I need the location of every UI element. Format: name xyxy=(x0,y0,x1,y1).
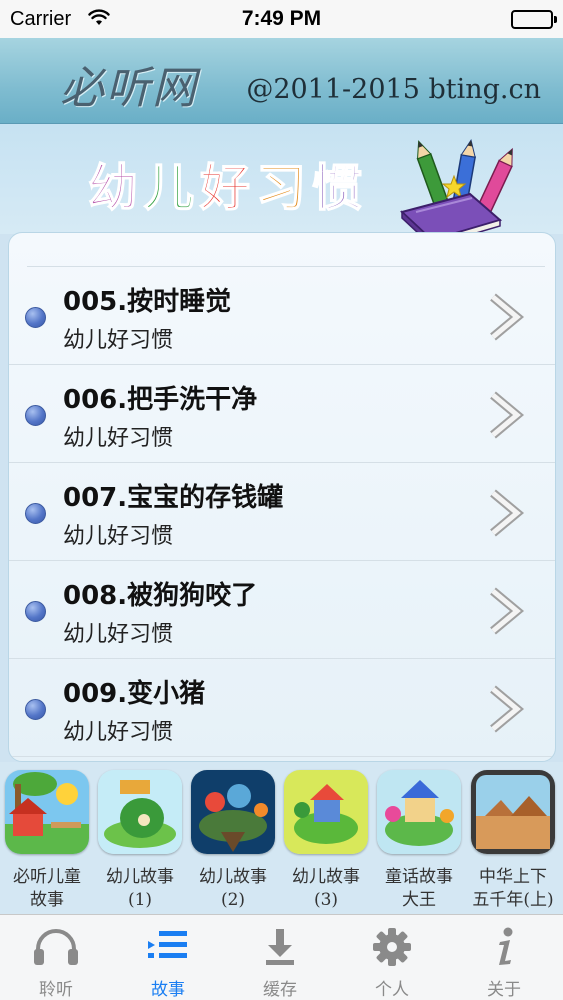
story-title: 008.被狗狗咬了 xyxy=(63,581,258,611)
story-subtitle: 幼儿好习惯 xyxy=(63,328,174,353)
tab-label: 个人 xyxy=(375,980,409,1000)
app-icon-fairy-tale-king xyxy=(377,770,461,854)
story-subtitle: 幼儿好习惯 xyxy=(63,622,174,647)
list-item[interactable]: 006.把手洗干净 幼儿好习惯 xyxy=(9,365,555,463)
story-title: 009.变小猪 xyxy=(63,679,206,709)
info-icon xyxy=(448,927,560,967)
chevron-right-icon xyxy=(485,587,525,639)
app-label: 中华上下 五千年(上) xyxy=(472,867,554,910)
app-icon-young-story-1 xyxy=(98,770,182,854)
category-title-char: 习 xyxy=(255,158,312,218)
list-item[interactable]: 005.按时睡觉 幼儿好习惯 xyxy=(9,267,555,365)
tab-profile[interactable]: 个人 xyxy=(336,915,448,1000)
app-icon-young-story-3 xyxy=(284,770,368,854)
category-title: 幼儿好习惯 xyxy=(87,148,368,220)
bullet-icon xyxy=(25,307,46,328)
app-label: 幼儿故事 (3) xyxy=(292,867,360,910)
category-title-char: 好 xyxy=(199,158,256,218)
copyright-text: @2011-2015 bting.cn xyxy=(246,74,541,105)
category-title-char: 儿 xyxy=(143,158,200,218)
related-app[interactable]: 必听儿童 故事 xyxy=(4,770,90,912)
story-subtitle: 幼儿好习惯 xyxy=(63,426,174,451)
story-subtitle: 幼儿好习惯 xyxy=(63,524,174,549)
bullet-icon xyxy=(25,405,46,426)
tab-label: 聆听 xyxy=(39,980,73,1000)
chevron-right-icon xyxy=(485,391,525,443)
bullet-icon xyxy=(25,601,46,622)
download-icon xyxy=(224,927,336,967)
gear-icon xyxy=(336,927,448,967)
headphones-icon xyxy=(0,927,112,967)
battery-icon xyxy=(511,10,557,29)
chevron-right-icon xyxy=(485,685,525,737)
app-header: 必听网 @2011-2015 bting.cn xyxy=(0,38,563,124)
status-time: 7:49 PM xyxy=(241,7,322,30)
list-item[interactable]: 008.被狗狗咬了 幼儿好习惯 xyxy=(9,561,555,659)
related-app[interactable]: 童话故事 大王 xyxy=(376,770,462,912)
story-title: 005.按时睡觉 xyxy=(63,287,232,317)
tab-about[interactable]: 关于 xyxy=(448,915,560,1000)
app-icon-young-story-2 xyxy=(191,770,275,854)
story-title: 007.宝宝的存钱罐 xyxy=(63,483,284,513)
related-app[interactable]: 中华上下 五千年(上) xyxy=(470,770,556,912)
bullet-icon xyxy=(25,699,46,720)
chevron-right-icon xyxy=(485,293,525,345)
related-app[interactable]: 幼儿故事 (3) xyxy=(283,770,369,912)
category-banner: 幼儿好习惯 xyxy=(0,124,563,248)
tab-listen[interactable]: 聆听 xyxy=(0,915,112,1000)
tab-label: 缓存 xyxy=(263,980,297,1000)
tab-bar: 聆听 故事 缓存 个人 关于 xyxy=(0,914,563,1000)
status-bar: Carrier 7:49 PM xyxy=(0,0,563,38)
app-icon-china-history xyxy=(471,770,555,854)
story-list: 005.按时睡觉 幼儿好习惯 006.把手洗干净 幼儿好习惯 007.宝宝的存钱… xyxy=(8,232,556,762)
bullet-icon xyxy=(25,503,46,524)
tab-cache[interactable]: 缓存 xyxy=(224,915,336,1000)
app-label: 幼儿故事 (1) xyxy=(106,867,174,910)
list-icon xyxy=(112,927,224,967)
app-label: 必听儿童 故事 xyxy=(13,867,81,910)
related-apps-strip: 必听儿童 故事 幼儿故事 (1) 幼儿故事 (2) 幼儿故事 (3) 童话故事 … xyxy=(0,762,563,914)
category-title-char: 幼 xyxy=(87,158,144,218)
category-title-char: 惯 xyxy=(311,158,368,218)
site-logo: 必听网 xyxy=(60,63,198,114)
related-app[interactable]: 幼儿故事 (2) xyxy=(190,770,276,912)
app-icon-kids-story xyxy=(5,770,89,854)
app-label: 童话故事 大王 xyxy=(385,867,453,910)
tab-label: 关于 xyxy=(487,980,521,1000)
tab-stories[interactable]: 故事 xyxy=(112,915,224,1000)
tab-label: 故事 xyxy=(151,980,185,1000)
list-item[interactable]: 007.宝宝的存钱罐 幼儿好习惯 xyxy=(9,463,555,561)
list-item[interactable]: 009.变小猪 幼儿好习惯 xyxy=(9,659,555,757)
chevron-right-icon xyxy=(485,489,525,541)
app-label: 幼儿故事 (2) xyxy=(199,867,267,910)
related-app[interactable]: 幼儿故事 (1) xyxy=(97,770,183,912)
story-title: 006.把手洗干净 xyxy=(63,385,258,415)
story-subtitle: 幼儿好习惯 xyxy=(63,720,174,745)
